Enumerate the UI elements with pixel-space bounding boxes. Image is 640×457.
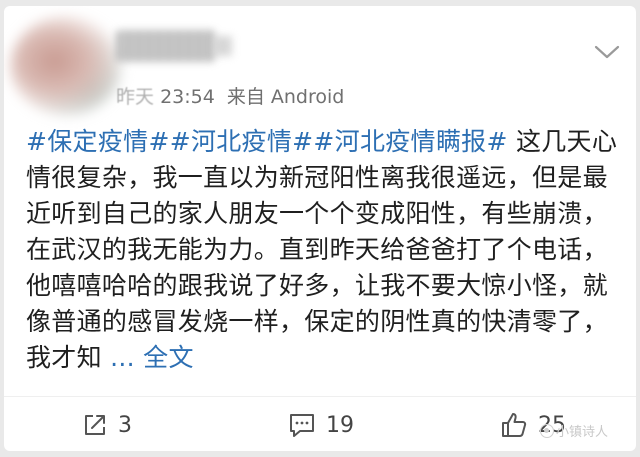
post-source: 来自 Android <box>226 85 345 108</box>
comment-count: 19 <box>326 412 354 438</box>
hashtag-hebei[interactable]: #河北疫情# <box>170 127 314 156</box>
comment-button[interactable]: 19 <box>288 410 354 440</box>
post-text: 这几天心情很复杂，我一直以为新冠阳性离我很遥远，但是最近听到自己的家人朋友一个个… <box>26 127 618 372</box>
share-count: 3 <box>118 412 132 438</box>
weibo-post-card: 昨天 23:54 来自 Android #保定疫情##河北疫情##河北疫情瞒报#… <box>4 6 636 451</box>
post-time: 23:54 <box>160 85 215 108</box>
post-meta: 昨天 23:54 来自 Android <box>116 82 344 108</box>
hashtag-baoding[interactable]: #保定疫情# <box>26 127 170 156</box>
share-icon <box>85 415 105 435</box>
divider <box>4 396 636 397</box>
username[interactable] <box>116 30 216 62</box>
comment-icon <box>290 414 314 437</box>
share-button[interactable]: 3 <box>82 410 132 440</box>
hashtag-hebei-coverup[interactable]: #河北疫情瞒报# <box>313 127 507 156</box>
watermark: 小镇诗人 <box>540 421 608 440</box>
post-body: #保定疫情##河北疫情##河北疫情瞒报# 这几天心情很复杂，我一直以为新冠阳性离… <box>26 124 626 376</box>
thumbs-up-icon <box>502 413 527 437</box>
chevron-down-icon[interactable] <box>594 44 620 60</box>
watermark-logo-icon <box>540 424 554 438</box>
avatar[interactable] <box>10 16 122 116</box>
watermark-text: 小镇诗人 <box>556 425 609 440</box>
user-badge-icon <box>214 36 232 56</box>
post-time-prefix: 昨天 <box>116 85 155 108</box>
read-more-link[interactable]: ... 全文 <box>110 343 194 372</box>
